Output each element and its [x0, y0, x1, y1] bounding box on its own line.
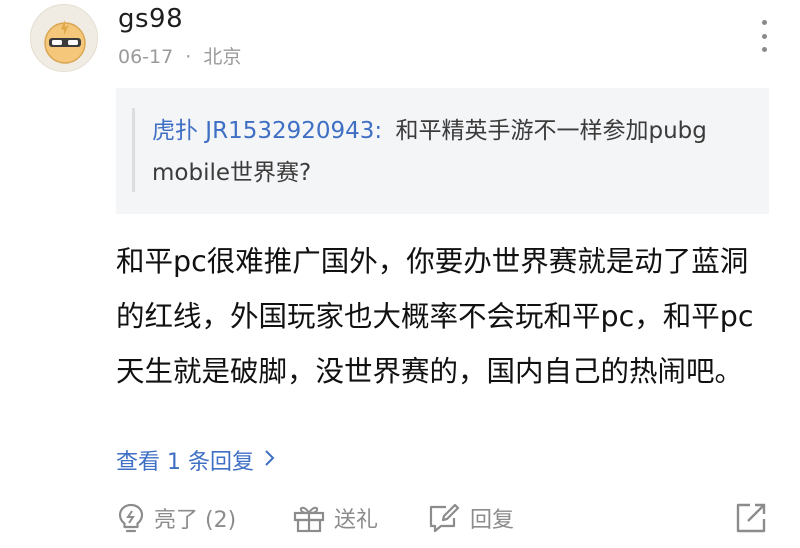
reply-edit-icon: [429, 503, 460, 533]
action-bar: 亮了 (2) 送礼 回复: [116, 498, 776, 538]
lightbulb-icon: [118, 503, 144, 533]
quote-bar: [132, 108, 135, 192]
quote-author[interactable]: 虎扑 JR1532920943:: [152, 118, 382, 144]
share-icon: [736, 503, 766, 533]
share-button[interactable]: [734, 498, 768, 538]
avatar-image: [31, 5, 97, 71]
view-replies-link[interactable]: 查看 1 条回复: [116, 444, 276, 476]
gift-button[interactable]: 送礼: [292, 498, 378, 538]
like-button[interactable]: 亮了 (2): [116, 498, 236, 538]
reply-label: 回复: [470, 508, 515, 533]
chevron-right-icon: [264, 448, 276, 473]
meta-separator: ·: [185, 46, 192, 68]
gift-icon: [293, 506, 325, 533]
more-icon[interactable]: [752, 16, 776, 56]
like-label: 亮了 (2): [154, 508, 237, 533]
quoted-post[interactable]: 虎扑 JR1532920943: 和平精英手游不一样参加pubg mobile世…: [116, 88, 769, 214]
post-body: 和平pc很难推广国外，你要办世界赛就是动了蓝洞的红线，外国玩家也大概率不会玩和平…: [116, 245, 754, 388]
username[interactable]: gs98: [118, 4, 183, 34]
view-replies-label: 查看 1 条回复: [116, 450, 254, 475]
post-date: 06-17: [118, 46, 174, 68]
gift-label: 送礼: [334, 508, 379, 533]
reply-button[interactable]: 回复: [426, 498, 514, 538]
post-location: 北京: [203, 46, 242, 68]
post-meta: 06-17 · 北京: [118, 42, 241, 69]
avatar[interactable]: [30, 4, 98, 72]
quote-content: 虎扑 JR1532920943: 和平精英手游不一样参加pubg mobile世…: [152, 110, 752, 194]
